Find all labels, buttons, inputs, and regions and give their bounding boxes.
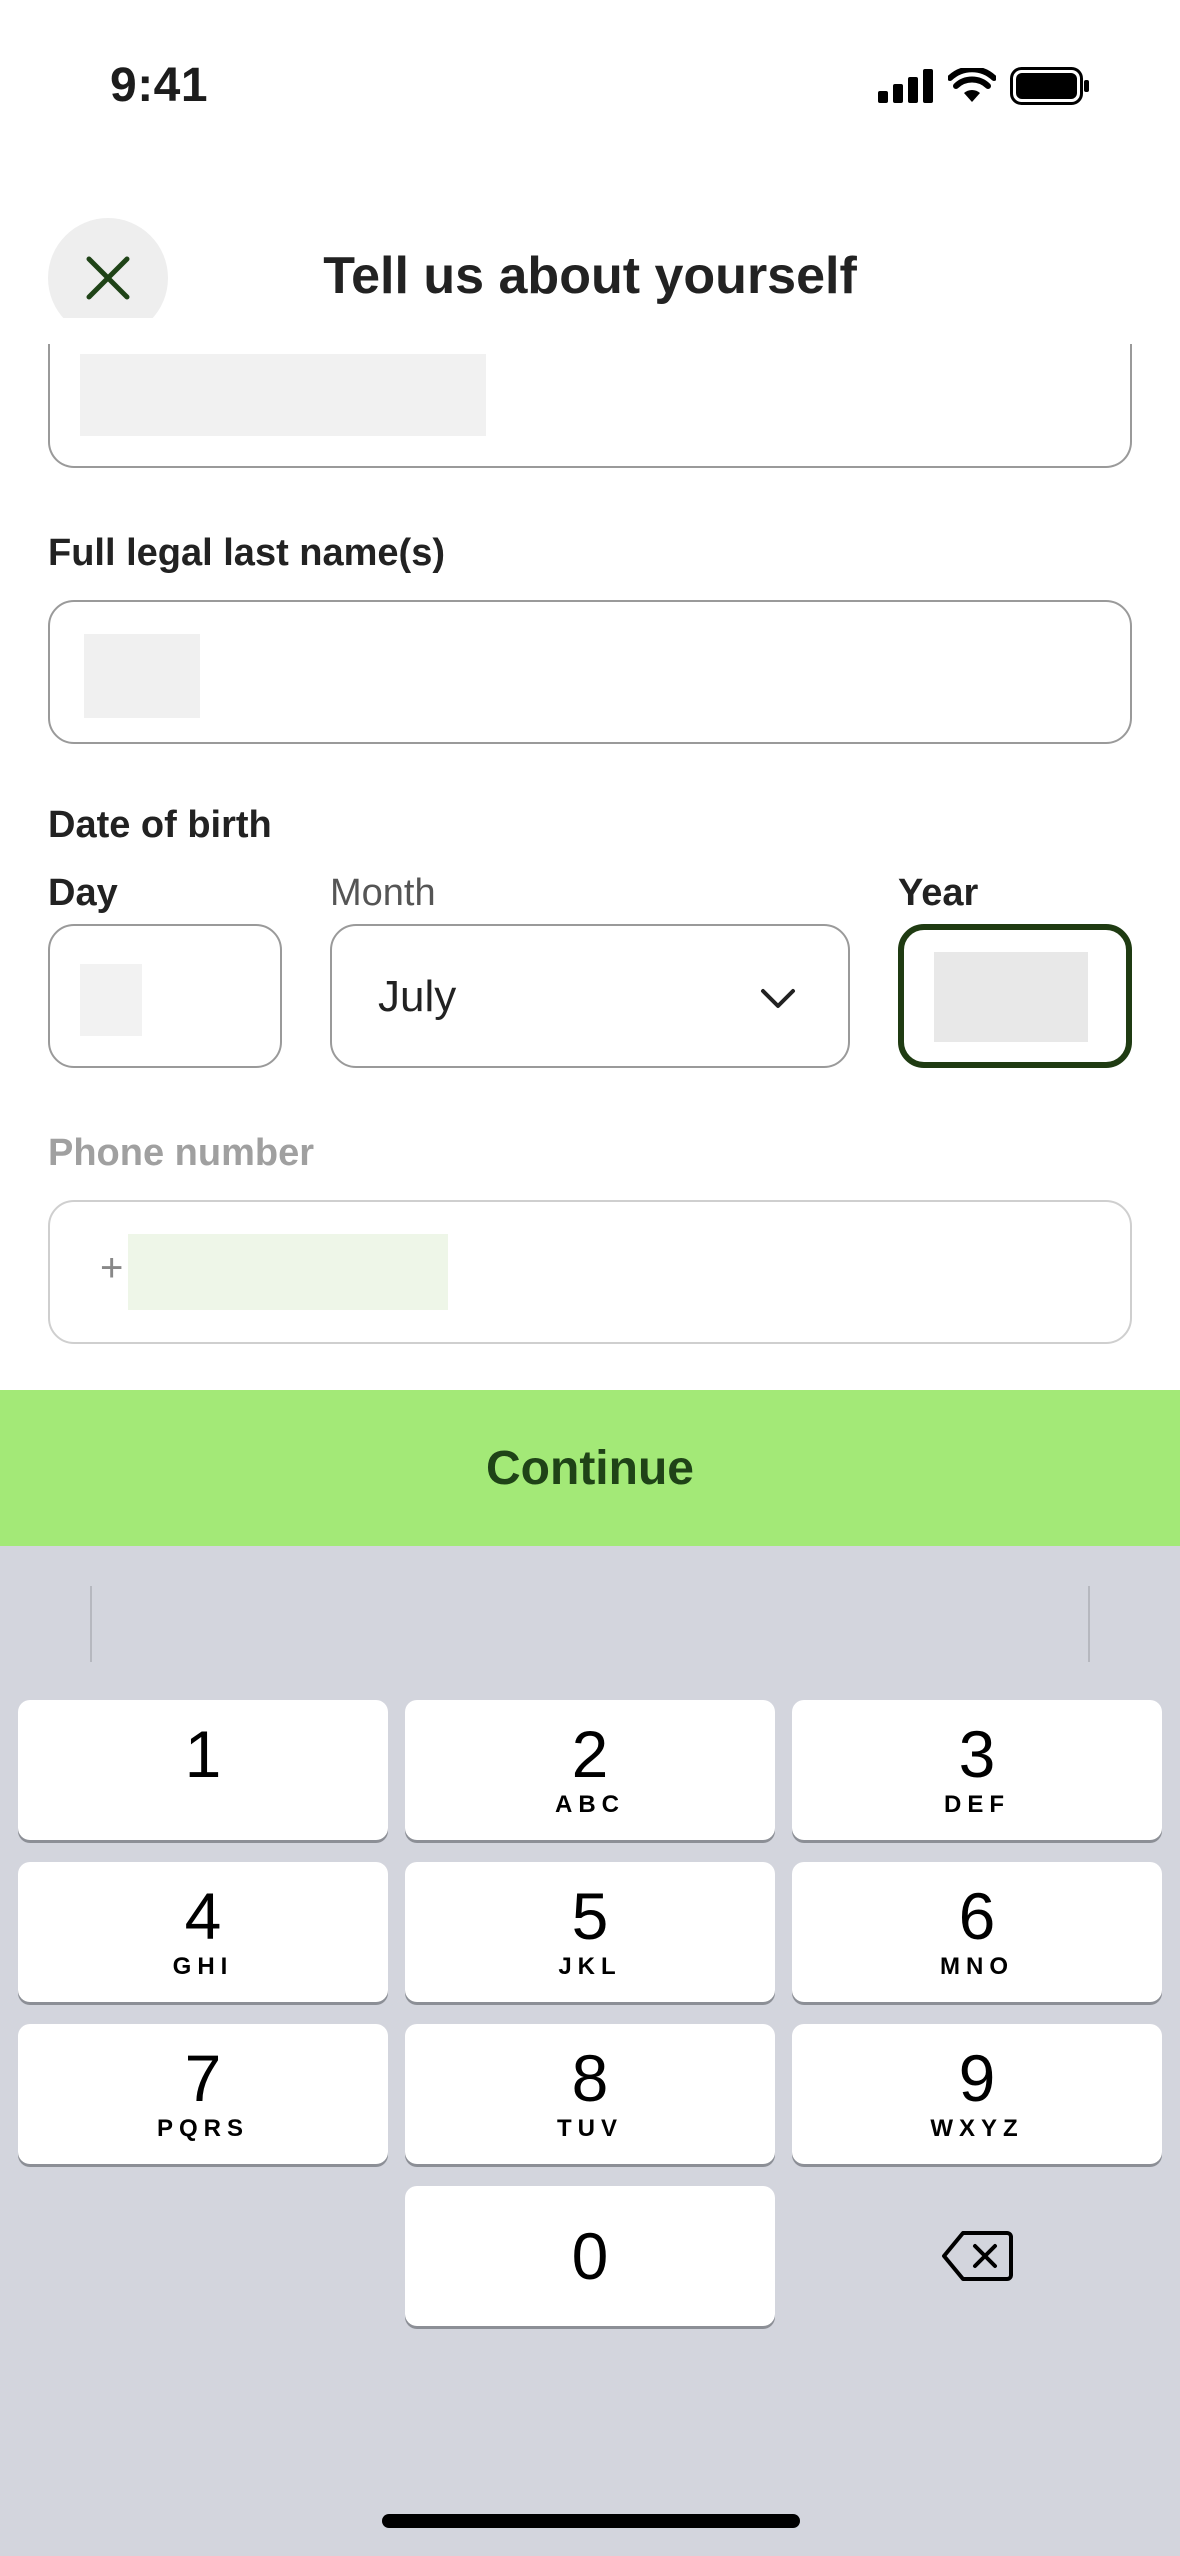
key-3[interactable]: 3 DEF <box>792 1700 1162 1840</box>
key-digit: 3 <box>958 1717 996 1791</box>
year-label: Year <box>898 872 979 914</box>
backspace-icon <box>942 2231 1013 2281</box>
day-input[interactable] <box>48 924 282 1068</box>
delete-key[interactable] <box>792 2186 1162 2326</box>
key-letters: PQRS <box>156 2115 249 2142</box>
key-6[interactable]: 6 MNO <box>792 1862 1162 2002</box>
close-icon <box>86 256 130 300</box>
last-name-label: Full legal last name(s) <box>48 532 445 574</box>
key-digit: 2 <box>571 1717 609 1791</box>
last-name-input[interactable] <box>48 600 1132 744</box>
year-value-redacted <box>934 952 1088 1042</box>
day-value-redacted <box>80 964 142 1036</box>
status-icons <box>878 66 1090 106</box>
day-label: Day <box>48 872 118 914</box>
dob-label: Date of birth <box>48 804 272 846</box>
key-letters: MNO <box>940 1953 1014 1980</box>
first-name-value-redacted <box>80 354 486 436</box>
key-7[interactable]: 7 PQRS <box>18 2024 388 2164</box>
home-indicator[interactable] <box>382 2514 800 2528</box>
key-digit: 6 <box>958 1879 996 1953</box>
key-8[interactable]: 8 TUV <box>405 2024 775 2164</box>
key-digit: 5 <box>571 1879 609 1953</box>
key-0[interactable]: 0 <box>405 2186 775 2326</box>
page-title: Tell us about yourself <box>323 247 857 305</box>
continue-button[interactable]: Continue <box>0 1390 1180 1546</box>
key-letters: DEF <box>944 1791 1010 1818</box>
month-select-value: July <box>378 972 457 1021</box>
phone-label: Phone number <box>48 1132 315 1174</box>
numeric-keyboard: 1 2 ABC 3 DEF 4 GHI 5 JKL 6 MNO 7 PQRS 8… <box>0 1546 1180 2556</box>
key-2[interactable]: 2 ABC <box>405 1700 775 1840</box>
key-4[interactable]: 4 GHI <box>18 1862 388 2002</box>
phone-value-redacted <box>128 1234 448 1310</box>
year-input[interactable] <box>898 924 1132 1068</box>
status-time: 9:41 <box>110 59 209 112</box>
key-letters: GHI <box>172 1953 234 1980</box>
key-digit: 1 <box>184 1717 222 1791</box>
keyboard-divider-left <box>90 1586 92 1662</box>
key-1[interactable]: 1 <box>18 1700 388 1840</box>
keyboard-divider-right <box>1088 1586 1090 1662</box>
key-digit: 0 <box>571 2219 609 2293</box>
key-letters: WXYZ <box>930 2115 1024 2142</box>
key-digit: 9 <box>958 2041 996 2115</box>
chevron-down-icon <box>761 989 795 1008</box>
key-9[interactable]: 9 WXYZ <box>792 2024 1162 2164</box>
phone-prefix: + <box>100 1246 124 1290</box>
key-5[interactable]: 5 JKL <box>405 1862 775 2002</box>
battery-icon <box>1010 67 1089 105</box>
key-letters: JKL <box>558 1953 622 1980</box>
key-letters: ABC <box>555 1791 625 1818</box>
last-name-value-redacted <box>84 634 200 718</box>
phone-input[interactable]: + <box>48 1200 1132 1344</box>
month-label: Month <box>330 872 436 914</box>
wifi-icon <box>948 68 996 102</box>
cellular-signal-icon <box>878 69 933 103</box>
key-digit: 8 <box>571 2041 609 2115</box>
key-letters: TUV <box>557 2115 623 2142</box>
key-digit: 7 <box>184 2041 222 2115</box>
month-select[interactable]: July <box>330 924 850 1068</box>
key-digit: 4 <box>184 1879 222 1953</box>
